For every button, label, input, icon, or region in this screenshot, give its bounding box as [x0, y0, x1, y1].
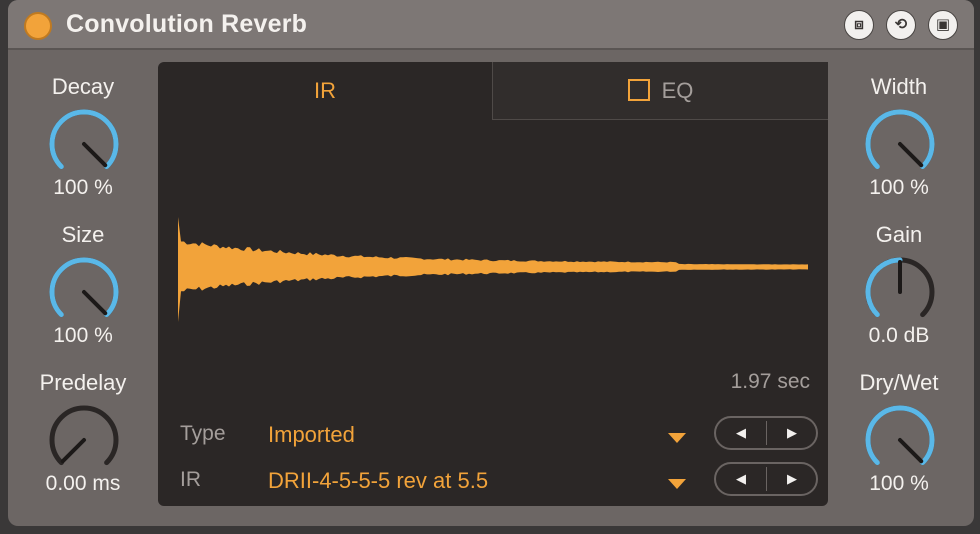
size-knob[interactable] [44, 252, 124, 332]
knob-pointer [60, 438, 86, 464]
knob-value-arc [49, 109, 119, 170]
preset-reload-button[interactable]: ⟲ [886, 10, 916, 40]
predelay-knob[interactable] [44, 400, 124, 480]
tab-eq-label: EQ [661, 78, 694, 103]
predelay-label: Predelay [39, 370, 127, 395]
size-value[interactable]: 100 % [8, 324, 158, 348]
type-dropdown-arrow-icon[interactable] [668, 433, 686, 443]
arrow-left-icon: ◀ [736, 471, 746, 486]
knob-value-arc [865, 405, 935, 466]
ir-prev-button[interactable]: ◀ [716, 464, 766, 494]
save-icon: ▣ [935, 16, 951, 33]
tab-eq[interactable]: EQ [492, 62, 828, 120]
save-preset-button[interactable]: ▣ [928, 10, 958, 40]
size-label: Size [61, 222, 105, 247]
decay-knob[interactable] [44, 104, 124, 184]
device-power-toggle[interactable] [24, 12, 52, 40]
preset-reload-icon: ⟲ [894, 16, 908, 33]
ir-dropdown-value[interactable]: DRII-4-5-5-5 rev at 5.5 [268, 468, 488, 494]
knob-track [49, 405, 119, 466]
width-knob[interactable] [860, 104, 940, 184]
predelay-value[interactable]: 0.00 ms [8, 472, 158, 496]
hot-swap-icon: ⧈ [854, 16, 864, 33]
decay-value[interactable]: 100 % [8, 176, 158, 200]
type-label: Type [180, 422, 226, 445]
dry-wet-knob[interactable] [860, 400, 940, 480]
device-title-bar[interactable]: Convolution Reverb ⧈ ⟲ ▣ [8, 0, 974, 50]
arrow-right-icon: ▶ [787, 425, 797, 440]
tab-ir[interactable]: IR [158, 62, 492, 120]
knob-value-arc [49, 257, 119, 318]
knob-value-arc [865, 109, 935, 170]
knob-pointer [898, 142, 924, 168]
arrow-left-icon: ◀ [736, 425, 746, 440]
convolution-reverb-device: Convolution Reverb ⧈ ⟲ ▣ Decay 100 % Siz… [8, 0, 974, 526]
width-label: Width [870, 74, 928, 99]
ir-next-button[interactable]: ▶ [767, 464, 817, 494]
decay-label: Decay [51, 74, 115, 99]
width-value[interactable]: 100 % [824, 176, 974, 200]
arrow-right-icon: ▶ [787, 471, 797, 486]
gain-knob[interactable] [860, 252, 940, 332]
type-prev-button[interactable]: ◀ [716, 418, 766, 448]
ir-waveform-envelope [178, 217, 808, 322]
eq-enable-checkbox[interactable] [627, 79, 650, 102]
ir-waveform [178, 217, 808, 322]
knob-pointer [82, 290, 108, 316]
type-next-button[interactable]: ▶ [767, 418, 817, 448]
hot-swap-button[interactable]: ⧈ [844, 10, 874, 40]
type-dropdown-value[interactable]: Imported [268, 422, 355, 448]
gain-label: Gain [875, 222, 923, 247]
knob-pointer [82, 142, 108, 168]
ir-dropdown-arrow-icon[interactable] [668, 479, 686, 489]
type-stepper: ◀ ▶ [714, 416, 818, 450]
gain-value[interactable]: 0.0 dB [824, 324, 974, 348]
knob-value-arc [865, 257, 903, 318]
dry-wet-label: Dry/Wet [859, 370, 939, 395]
ir-length: 1.97 sec [730, 370, 810, 393]
device-title: Convolution Reverb [66, 10, 308, 38]
ir-display: IR EQ 1.97 sec Type Imported ◀ ▶ IR DRII… [158, 62, 828, 506]
ir-stepper: ◀ ▶ [714, 462, 818, 496]
knob-pointer [898, 438, 924, 464]
ir-label: IR [180, 468, 201, 491]
dry-wet-value[interactable]: 100 % [824, 472, 974, 496]
